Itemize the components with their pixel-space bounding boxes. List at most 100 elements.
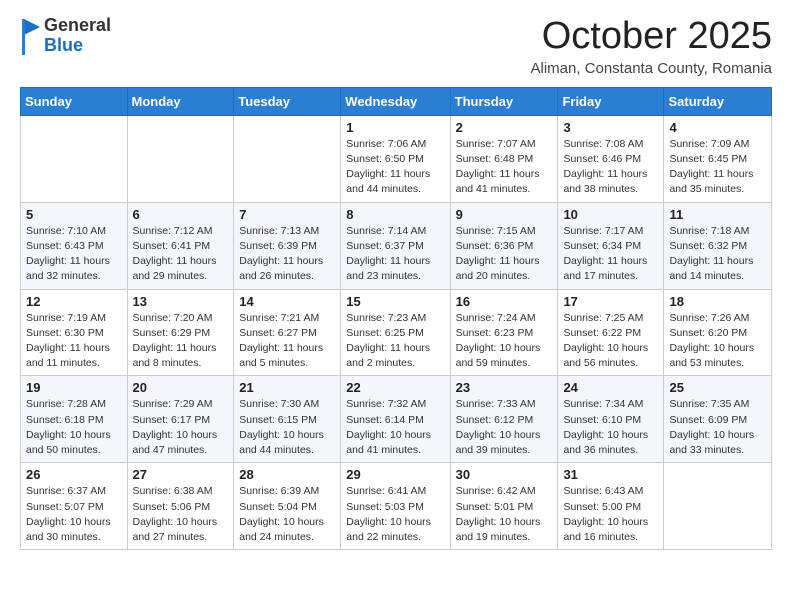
table-row: 3 Sunrise: 7:08 AMSunset: 6:46 PMDaylight…	[558, 115, 664, 202]
table-row: 8Sunrise: 7:14 AMSunset: 6:37 PMDaylight…	[341, 202, 450, 289]
day-info: Sunrise: 7:24 AMSunset: 6:23 PMDaylight:…	[456, 312, 541, 370]
calendar-week-row: 5 Sunrise: 7:10 AMSunset: 6:43 PMDaylight…	[21, 202, 772, 289]
day-info: Sunrise: 7:32 AMSunset: 6:14 PMDaylight:…	[346, 398, 431, 456]
day-number: 9	[456, 207, 553, 222]
calendar-header-row: Sunday Monday Tuesday Wednesday Thursday…	[21, 87, 772, 115]
table-row: 24 Sunrise: 7:34 AMSunset: 6:10 PMDayligh…	[558, 376, 664, 463]
calendar-week-row: 1 Sunrise: 7:06 AMSunset: 6:50 PMDaylight…	[21, 115, 772, 202]
day-number: 30	[456, 467, 553, 482]
calendar-week-row: 19Sunrise: 7:28 AMSunset: 6:18 PMDayligh…	[21, 376, 772, 463]
table-row: 19Sunrise: 7:28 AMSunset: 6:18 PMDayligh…	[21, 376, 128, 463]
day-info: Sunrise: 7:19 AMSunset: 6:30 PMDaylight:…	[26, 312, 110, 370]
calendar-week-row: 12 Sunrise: 7:19 AMSunset: 6:30 PMDayligh…	[21, 289, 772, 376]
day-number: 18	[669, 294, 766, 309]
day-number: 6	[133, 207, 229, 222]
day-number: 13	[133, 294, 229, 309]
day-info: Sunrise: 6:39 AMSunset: 5:04 PMDaylight:…	[239, 485, 324, 543]
logo-flag-icon	[20, 17, 42, 55]
day-info: Sunrise: 7:33 AMSunset: 6:12 PMDaylight:…	[456, 398, 541, 456]
table-row: 2 Sunrise: 7:07 AMSunset: 6:48 PMDaylight…	[450, 115, 558, 202]
table-row: 18 Sunrise: 7:26 AMSunset: 6:20 PMDayligh…	[664, 289, 772, 376]
col-thursday: Thursday	[450, 87, 558, 115]
day-number: 7	[239, 207, 335, 222]
col-wednesday: Wednesday	[341, 87, 450, 115]
day-number: 15	[346, 294, 444, 309]
table-row: 30 Sunrise: 6:42 AMSunset: 5:01 PMDayligh…	[450, 463, 558, 550]
table-row: 23 Sunrise: 7:33 AMSunset: 6:12 PMDayligh…	[450, 376, 558, 463]
table-row: 12 Sunrise: 7:19 AMSunset: 6:30 PMDayligh…	[21, 289, 128, 376]
table-row: 15 Sunrise: 7:23 AMSunset: 6:25 PMDayligh…	[341, 289, 450, 376]
table-row: 11 Sunrise: 7:18 AMSunset: 6:32 PMDayligh…	[664, 202, 772, 289]
location: Aliman, Constanta County, Romania	[530, 60, 772, 77]
table-row: 4 Sunrise: 7:09 AMSunset: 6:45 PMDaylight…	[664, 115, 772, 202]
table-row: 14Sunrise: 7:21 AMSunset: 6:27 PMDayligh…	[234, 289, 341, 376]
day-info: Sunrise: 7:14 AMSunset: 6:37 PMDaylight:…	[346, 225, 430, 283]
day-info: Sunrise: 7:20 AMSunset: 6:29 PMDaylight:…	[133, 312, 217, 370]
table-row	[127, 115, 234, 202]
day-info: Sunrise: 6:37 AMSunset: 5:07 PMDaylight:…	[26, 485, 111, 543]
table-row: 21 Sunrise: 7:30 AMSunset: 6:15 PMDayligh…	[234, 376, 341, 463]
day-info: Sunrise: 6:42 AMSunset: 5:01 PMDaylight:…	[456, 485, 541, 543]
day-number: 24	[563, 380, 658, 395]
day-number: 26	[26, 467, 122, 482]
day-number: 16	[456, 294, 553, 309]
day-number: 20	[133, 380, 229, 395]
table-row: 28Sunrise: 6:39 AMSunset: 5:04 PMDayligh…	[234, 463, 341, 550]
day-number: 12	[26, 294, 122, 309]
calendar-week-row: 26 Sunrise: 6:37 AMSunset: 5:07 PMDayligh…	[21, 463, 772, 550]
month-title: October 2025	[530, 16, 772, 58]
table-row: 6Sunrise: 7:12 AMSunset: 6:41 PMDaylight…	[127, 202, 234, 289]
table-row: 9 Sunrise: 7:15 AMSunset: 6:36 PMDaylight…	[450, 202, 558, 289]
day-number: 4	[669, 120, 766, 135]
page: General Blue October 2025 Aliman, Consta…	[0, 0, 792, 612]
day-info: Sunrise: 7:15 AMSunset: 6:36 PMDaylight:…	[456, 225, 540, 283]
day-number: 11	[669, 207, 766, 222]
table-row: 22 Sunrise: 7:32 AMSunset: 6:14 PMDayligh…	[341, 376, 450, 463]
table-row: 10Sunrise: 7:17 AMSunset: 6:34 PMDayligh…	[558, 202, 664, 289]
day-info: Sunrise: 7:17 AMSunset: 6:34 PMDaylight:…	[563, 225, 647, 283]
day-info: Sunrise: 7:10 AMSunset: 6:43 PMDaylight:…	[26, 225, 110, 283]
day-info: Sunrise: 7:23 AMSunset: 6:25 PMDaylight:…	[346, 312, 430, 370]
table-row: 27 Sunrise: 6:38 AMSunset: 5:06 PMDayligh…	[127, 463, 234, 550]
day-info: Sunrise: 7:13 AMSunset: 6:39 PMDaylight:…	[239, 225, 323, 283]
day-info: Sunrise: 7:09 AMSunset: 6:45 PMDaylight:…	[669, 138, 753, 196]
col-sunday: Sunday	[21, 87, 128, 115]
day-info: Sunrise: 7:08 AMSunset: 6:46 PMDaylight:…	[563, 138, 647, 196]
col-tuesday: Tuesday	[234, 87, 341, 115]
day-info: Sunrise: 7:26 AMSunset: 6:20 PMDaylight:…	[669, 312, 754, 370]
day-info: Sunrise: 7:21 AMSunset: 6:27 PMDaylight:…	[239, 312, 323, 370]
day-info: Sunrise: 7:07 AMSunset: 6:48 PMDaylight:…	[456, 138, 540, 196]
table-row: 17Sunrise: 7:25 AMSunset: 6:22 PMDayligh…	[558, 289, 664, 376]
day-number: 1	[346, 120, 444, 135]
table-row: 26 Sunrise: 6:37 AMSunset: 5:07 PMDayligh…	[21, 463, 128, 550]
table-row: 5 Sunrise: 7:10 AMSunset: 6:43 PMDaylight…	[21, 202, 128, 289]
day-number: 23	[456, 380, 553, 395]
col-saturday: Saturday	[664, 87, 772, 115]
day-number: 22	[346, 380, 444, 395]
day-number: 27	[133, 467, 229, 482]
day-info: Sunrise: 6:38 AMSunset: 5:06 PMDaylight:…	[133, 485, 218, 543]
header-right: October 2025 Aliman, Constanta County, R…	[530, 16, 772, 77]
logo: General Blue	[20, 16, 111, 56]
day-info: Sunrise: 7:34 AMSunset: 6:10 PMDaylight:…	[563, 398, 648, 456]
day-info: Sunrise: 7:18 AMSunset: 6:32 PMDaylight:…	[669, 225, 753, 283]
table-row	[234, 115, 341, 202]
day-info: Sunrise: 7:28 AMSunset: 6:18 PMDaylight:…	[26, 398, 111, 456]
table-row: 7 Sunrise: 7:13 AMSunset: 6:39 PMDaylight…	[234, 202, 341, 289]
day-number: 5	[26, 207, 122, 222]
table-row: 31Sunrise: 6:43 AMSunset: 5:00 PMDayligh…	[558, 463, 664, 550]
day-number: 3	[563, 120, 658, 135]
table-row: 25Sunrise: 7:35 AMSunset: 6:09 PMDayligh…	[664, 376, 772, 463]
col-monday: Monday	[127, 87, 234, 115]
day-number: 2	[456, 120, 553, 135]
day-number: 29	[346, 467, 444, 482]
day-info: Sunrise: 7:06 AMSunset: 6:50 PMDaylight:…	[346, 138, 430, 196]
header: General Blue October 2025 Aliman, Consta…	[20, 16, 772, 77]
day-number: 25	[669, 380, 766, 395]
day-number: 21	[239, 380, 335, 395]
col-friday: Friday	[558, 87, 664, 115]
table-row: 20Sunrise: 7:29 AMSunset: 6:17 PMDayligh…	[127, 376, 234, 463]
table-row: 13 Sunrise: 7:20 AMSunset: 6:29 PMDayligh…	[127, 289, 234, 376]
day-info: Sunrise: 7:30 AMSunset: 6:15 PMDaylight:…	[239, 398, 324, 456]
table-row: 1 Sunrise: 7:06 AMSunset: 6:50 PMDaylight…	[341, 115, 450, 202]
